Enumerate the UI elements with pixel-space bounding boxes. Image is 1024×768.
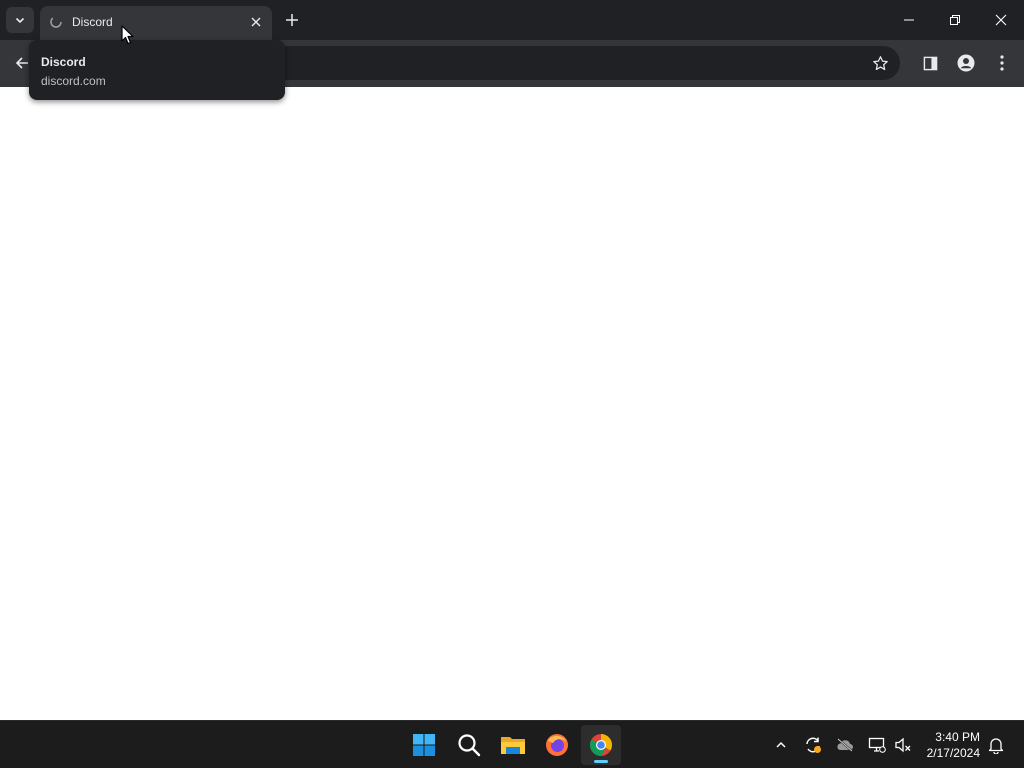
profile-icon	[957, 54, 975, 72]
more-menu-button[interactable]	[987, 48, 1017, 78]
tab-title: Discord	[72, 15, 113, 29]
file-explorer-button[interactable]	[493, 725, 533, 765]
chrome-icon	[590, 734, 612, 756]
tab-discord[interactable]: Discord	[40, 6, 272, 40]
side-panel-icon	[923, 56, 937, 70]
tab-hover-card: Discord discord.com	[29, 40, 285, 100]
volume-muted-icon	[895, 737, 911, 753]
sync-icon	[806, 737, 821, 753]
tab-close-button[interactable]	[246, 12, 266, 32]
notification-bell-icon	[988, 737, 1004, 754]
chrome-button[interactable]	[581, 725, 621, 765]
file-explorer-icon	[501, 737, 525, 754]
tab-search-button[interactable]	[6, 7, 34, 33]
onedrive-tray-button[interactable]	[835, 735, 855, 755]
browser-window: Discord Discord discord.com	[0, 0, 1024, 720]
clock-date: 2/17/2024	[926, 746, 980, 760]
search-button[interactable]	[449, 725, 489, 765]
loading-favicon-icon	[48, 14, 64, 30]
network-icon	[868, 737, 886, 753]
hover-card-title: Discord	[41, 55, 86, 69]
network-tray-button[interactable]	[867, 735, 887, 755]
onedrive-cloud-icon	[837, 738, 853, 752]
system-clock[interactable]: 3:40 PM 2/17/2024	[918, 729, 980, 761]
chevron-down-icon	[15, 17, 25, 24]
restore-button[interactable]	[932, 0, 978, 40]
profile-button[interactable]	[951, 48, 981, 78]
close-icon	[251, 17, 261, 27]
sync-tray-button[interactable]	[803, 735, 823, 755]
bookmark-button[interactable]	[865, 48, 895, 78]
restore-icon	[950, 15, 960, 25]
close-window-button[interactable]	[978, 0, 1024, 40]
show-hidden-icons-button[interactable]	[771, 735, 791, 755]
minimize-icon	[904, 19, 914, 21]
windows-start-icon	[413, 734, 435, 756]
minimize-button[interactable]	[886, 0, 932, 40]
volume-tray-button[interactable]	[893, 735, 913, 755]
new-tab-button[interactable]	[280, 8, 304, 32]
hover-card-url: discord.com	[41, 74, 106, 88]
close-icon	[995, 14, 1007, 26]
firefox-icon	[546, 734, 568, 756]
plus-icon	[286, 14, 298, 26]
start-button[interactable]	[404, 725, 444, 765]
firefox-button[interactable]	[537, 725, 577, 765]
active-app-indicator	[594, 760, 608, 763]
back-arrow-icon	[15, 57, 28, 69]
bookmark-star-icon	[872, 55, 888, 70]
chevron-up-icon	[776, 741, 786, 748]
tab-strip: Discord	[0, 0, 1024, 40]
side-panel-button[interactable]	[915, 48, 945, 78]
clock-time: 3:40 PM	[935, 730, 980, 744]
mouse-cursor-icon	[121, 25, 134, 45]
taskbar: 3:40 PM 2/17/2024	[0, 720, 1024, 768]
page-content	[0, 87, 1024, 720]
notifications-button[interactable]	[986, 735, 1006, 755]
search-icon	[458, 734, 481, 757]
more-menu-icon	[1000, 55, 1004, 71]
